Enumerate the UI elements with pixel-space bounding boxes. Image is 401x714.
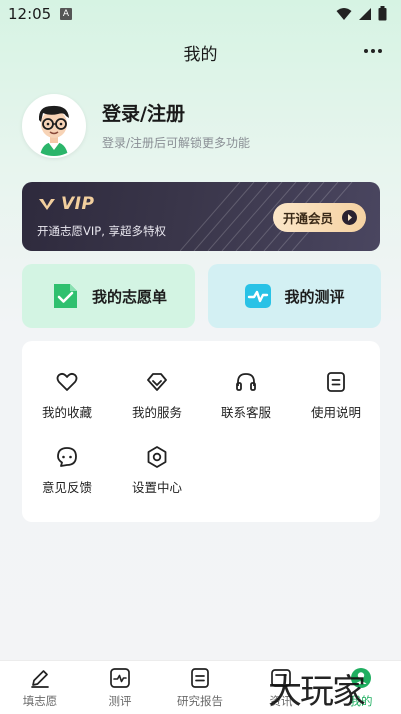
menu-item-favorites[interactable]: 我的收藏 xyxy=(22,370,112,430)
tab-label: 研究报告 xyxy=(177,694,223,708)
checklist-icon xyxy=(53,284,77,308)
vip-badge-text: VIP xyxy=(61,194,95,214)
headphones-icon xyxy=(236,373,256,391)
menu-item-customer-service[interactable]: 联系客服 xyxy=(201,370,291,430)
menu-item-label: 我的服务 xyxy=(131,405,182,420)
assessment-chart-icon xyxy=(245,284,272,308)
menu-item-label: 设置中心 xyxy=(131,480,182,495)
open-membership-label: 开通会员 xyxy=(283,211,334,226)
avatar[interactable] xyxy=(22,94,86,158)
settings-hexagon-icon xyxy=(147,446,167,468)
battery-icon xyxy=(378,6,387,21)
tab-label: 测评 xyxy=(108,694,132,708)
watermark-text: 大玩家 xyxy=(268,672,366,712)
menu-item-settings[interactable]: 设置中心 xyxy=(112,445,202,505)
notification-badge: A xyxy=(60,8,72,20)
document-icon xyxy=(327,372,345,392)
vip-description: 开通志愿VIP, 享超多特权 xyxy=(37,224,167,238)
signal-icon xyxy=(359,7,371,20)
services-grid: 我的收藏 我的服务 联系客服 使用说明 意见反馈 设置中心 xyxy=(22,341,380,522)
tab-label: 填志愿 xyxy=(22,694,58,708)
more-options-icon[interactable] xyxy=(361,42,385,60)
vip-crown-icon xyxy=(39,199,55,210)
login-hint: 登录/注册后可解锁更多功能 xyxy=(102,136,251,150)
arrow-right-icon xyxy=(342,210,357,225)
menu-item-label: 联系客服 xyxy=(220,405,271,420)
page-title: 我的 xyxy=(183,45,218,65)
cartoon-face-icon xyxy=(24,96,84,156)
my-application-list-card[interactable]: 我的志愿单 xyxy=(22,264,195,328)
wifi-icon xyxy=(336,7,352,20)
diamond-icon xyxy=(147,373,167,391)
tab-fill-application[interactable]: 填志愿 xyxy=(0,661,80,714)
vip-banner[interactable]: VIP 开通志愿VIP, 享超多特权 开通会员 xyxy=(22,182,380,251)
status-time: 12:05 xyxy=(8,5,52,23)
menu-item-instructions[interactable]: 使用说明 xyxy=(291,370,381,430)
status-icons xyxy=(336,6,387,21)
menu-item-label: 我的收藏 xyxy=(41,405,92,420)
pen-icon xyxy=(31,670,49,688)
menu-item-services[interactable]: 我的服务 xyxy=(112,370,202,430)
vip-logo: VIP xyxy=(38,194,94,214)
status-bar: 12:05 A xyxy=(0,0,401,28)
my-assessment-card[interactable]: 我的测评 xyxy=(208,264,381,328)
menu-item-label: 意见反馈 xyxy=(41,480,92,495)
open-membership-button[interactable]: 开通会员 xyxy=(273,203,366,232)
my-assessment-label: 我的测评 xyxy=(284,287,345,306)
login-register-link[interactable]: 登录/注册 xyxy=(102,99,185,126)
my-application-list-label: 我的志愿单 xyxy=(91,287,167,306)
menu-item-label: 使用说明 xyxy=(310,405,361,420)
menu-item-feedback[interactable]: 意见反馈 xyxy=(22,445,112,505)
chart-icon xyxy=(110,668,130,688)
chat-bubble-icon xyxy=(57,447,77,467)
tab-assessment[interactable]: 测评 xyxy=(80,661,160,714)
tab-research-report[interactable]: 研究报告 xyxy=(160,661,240,714)
heart-icon xyxy=(56,372,78,391)
report-icon xyxy=(191,668,209,688)
